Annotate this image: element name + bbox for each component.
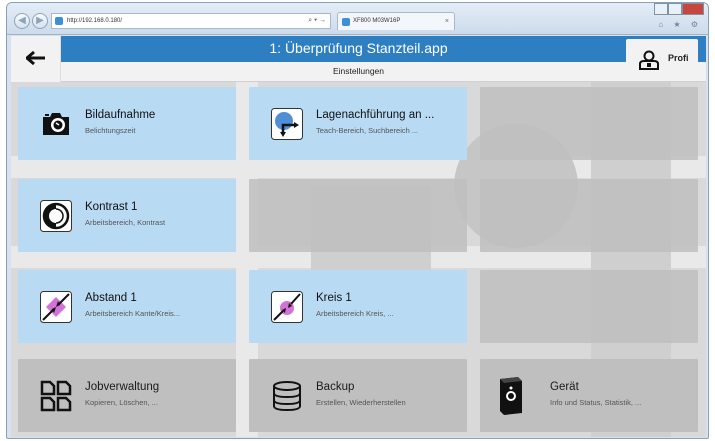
browser-tools-icons[interactable]: ⌂ ★ ⚙ [658, 20, 702, 29]
tile-backup[interactable]: Backup Erstellen, Wiederherstellen [249, 359, 467, 432]
page-subtitle: Einstellungen [332, 66, 385, 76]
page-title: 1: Überprüfung Stanzteil.app [269, 40, 448, 56]
tile-title: Backup [316, 381, 355, 393]
tab-favicon-icon [342, 18, 350, 26]
tab-close-icon[interactable]: × [445, 13, 449, 30]
tile-title: Jobverwaltung [85, 381, 160, 393]
user-profile-icon [639, 50, 659, 70]
app-area: 1: Überprüfung Stanzteil.app Einstellung… [11, 36, 706, 437]
address-url: http://192.168.0.180/ [67, 18, 123, 24]
app-header: 1: Überprüfung Stanzteil.app Einstellung… [11, 36, 706, 82]
tile-empty [480, 270, 698, 343]
tile-jobverwaltung[interactable]: Jobverwaltung Kopieren, Löschen, ... [18, 359, 236, 432]
tile-subtitle: Info und Status, Statistik, ... [550, 398, 642, 407]
address-controls[interactable]: ⌕ ▾ → [308, 14, 326, 28]
window-controls [654, 3, 704, 15]
tile-title: Abstand 1 [85, 292, 137, 304]
tile-title: Bildaufnahme [85, 109, 156, 121]
contrast-icon [40, 200, 72, 232]
tile-subtitle: Belichtungszeit [85, 126, 136, 135]
tile-title: Gerät [550, 381, 579, 393]
circle-tool-icon [271, 291, 303, 323]
tab-title: XF800 M03W16P [353, 18, 401, 24]
tile-subtitle: Kopieren, Löschen, ... [85, 398, 158, 407]
profile-label: Profi [668, 53, 689, 63]
tile-lagenachfuehrung[interactable]: Lagenachführung an ... Teach-Bereich, Su… [249, 87, 467, 160]
tile-abstand-1[interactable]: Abstand 1 Arbeitsbereich Kante/Kreis... [18, 270, 236, 343]
tile-subtitle: Erstellen, Wiederherstellen [316, 398, 406, 407]
tile-empty [480, 87, 698, 160]
tile-geraet[interactable]: Gerät Info und Status, Statistik, ... [480, 359, 698, 432]
window-maximize-button[interactable] [668, 3, 682, 15]
tile-title: Kreis 1 [316, 292, 352, 304]
database-icon [271, 380, 303, 412]
tile-title: Lagenachführung an ... [316, 109, 435, 121]
profile-button[interactable]: Profi [626, 39, 698, 77]
position-tracking-icon [271, 108, 303, 140]
page-favicon-icon [55, 17, 63, 25]
tile-subtitle: Arbeitsbereich Kreis, ... [316, 309, 394, 318]
browser-toolbar: ◀ ▶ http://192.168.0.180/ ⌕ ▾ → XF800 M0… [7, 3, 708, 35]
tile-subtitle: Arbeitsbereich Kante/Kreis... [85, 309, 181, 318]
tile-title: Kontrast 1 [85, 201, 138, 213]
window-minimize-button[interactable] [654, 3, 668, 15]
browser-back-button[interactable]: ◀ [14, 13, 30, 29]
browser-forward-button[interactable]: ▶ [32, 13, 48, 29]
tile-kontrast-1[interactable]: Kontrast 1 Arbeitsbereich, Kontrast [18, 179, 236, 252]
tile-empty [480, 179, 698, 252]
address-bar[interactable]: http://192.168.0.180/ ⌕ ▾ → [51, 13, 331, 29]
tile-kreis-1[interactable]: Kreis 1 Arbeitsbereich Kreis, ... [249, 270, 467, 343]
job-management-icon [40, 380, 72, 412]
browser-tab[interactable]: XF800 M03W16P × [337, 12, 455, 30]
browser-window: ◀ ▶ http://192.168.0.180/ ⌕ ▾ → XF800 M0… [6, 2, 709, 439]
window-close-button[interactable] [682, 3, 704, 15]
tile-subtitle: Teach-Bereich, Suchbereich ... [316, 126, 419, 135]
tile-bildaufnahme[interactable]: Bildaufnahme Belichtungszeit [18, 87, 236, 160]
distance-icon [40, 291, 72, 323]
sensor-device-icon [496, 376, 526, 416]
tile-subtitle: Arbeitsbereich, Kontrast [85, 218, 166, 227]
tile-empty [249, 179, 467, 252]
camera-icon [40, 108, 72, 140]
